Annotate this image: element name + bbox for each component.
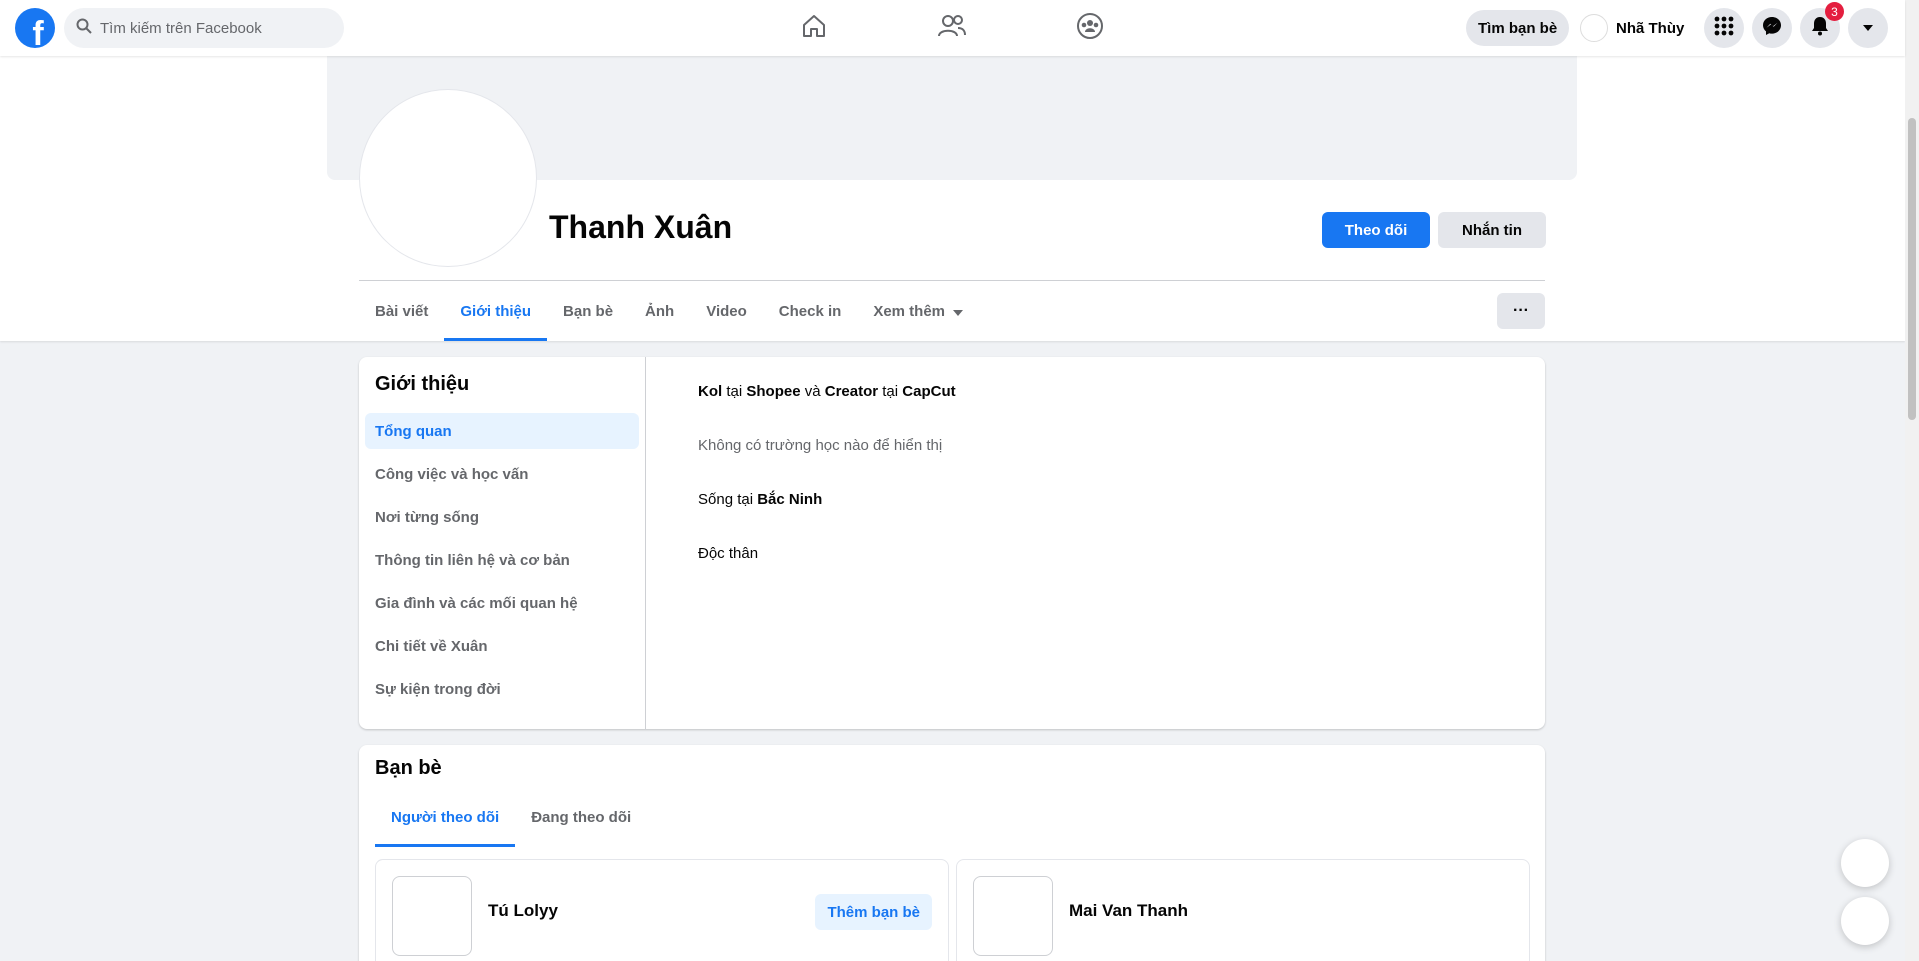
caret-down-icon: [953, 303, 964, 320]
messenger-button[interactable]: [1752, 8, 1792, 48]
list-item: Mai Van Thanh: [956, 859, 1530, 961]
lives-in-place[interactable]: Bắc Ninh: [757, 491, 822, 508]
about-menu-family-relationships[interactable]: Gia đình và các mối quan hệ: [365, 585, 639, 621]
profile-name: Thanh Xuân: [549, 209, 733, 245]
work-company-2[interactable]: CapCut: [902, 383, 955, 400]
about-content: Kol tại Shopee và Creator tại CapCut Khô…: [698, 375, 1545, 591]
tab-see-more[interactable]: Xem thêm: [857, 281, 979, 341]
tab-photos[interactable]: Ảnh: [629, 281, 690, 341]
notifications-button[interactable]: 3: [1800, 2, 1844, 48]
chat-head-image[interactable]: [1841, 839, 1889, 887]
avatar: [1580, 14, 1608, 42]
scrollbar-thumb[interactable]: [1908, 118, 1916, 420]
work-at-1: tại: [726, 383, 743, 400]
friend-photo[interactable]: [392, 876, 472, 956]
about-title: Giới thiệu: [375, 373, 470, 395]
friends-title[interactable]: Bạn bè: [375, 757, 442, 780]
groups-icon: [1076, 12, 1104, 45]
bell-icon: [1811, 16, 1829, 41]
friend-name[interactable]: Tú Lolyy: [488, 901, 558, 921]
work-at-2: tại: [882, 383, 899, 400]
find-friends-button[interactable]: Tìm bạn bè: [1466, 10, 1570, 46]
lives-in-info: Sống tại Bắc Ninh: [698, 483, 1545, 537]
tab-videos[interactable]: Video: [690, 281, 763, 341]
list-item: Tú Lolyy Thêm bạn bè: [375, 859, 949, 961]
home-icon: [800, 12, 828, 45]
account-button[interactable]: [1848, 8, 1888, 48]
friend-photo[interactable]: [973, 876, 1053, 956]
about-menu-contact-basic[interactable]: Thông tin liên hệ và cơ bản: [365, 542, 639, 578]
about-menu-places-lived[interactable]: Nơi từng sống: [365, 499, 639, 535]
profile-header: Thanh Xuân Theo dõi Nhắn tin Bài viết Gi…: [0, 56, 1905, 341]
page-scrollbar[interactable]: [1905, 0, 1919, 961]
caret-down-icon: [1862, 19, 1874, 37]
tab-following[interactable]: Đang theo dõi: [515, 787, 647, 847]
nav-groups[interactable]: [1035, 0, 1145, 56]
work-role-2[interactable]: Creator: [825, 383, 878, 400]
current-user-chip[interactable]: Nhã Thùy: [1580, 10, 1684, 46]
friends-icon: [937, 12, 967, 45]
messenger-icon: [1762, 16, 1782, 41]
current-user-name: Nhã Thùy: [1616, 19, 1685, 37]
lives-in-prefix: Sống tại: [698, 491, 754, 508]
school-info: Không có trường học nào để hiển thị: [698, 437, 943, 454]
search-box[interactable]: [64, 8, 344, 48]
tab-checkins[interactable]: Check in: [763, 281, 858, 341]
new-message-button[interactable]: [1841, 897, 1889, 945]
work-role-1[interactable]: Kol: [698, 383, 722, 400]
notification-badge: 3: [1825, 2, 1844, 21]
tab-about[interactable]: Giới thiệu: [444, 281, 547, 341]
work-company-1[interactable]: Shopee: [746, 383, 800, 400]
tab-followers[interactable]: Người theo dõi: [375, 787, 516, 847]
about-menu-work-education[interactable]: Công việc và học vấn: [365, 456, 639, 492]
follow-button[interactable]: Theo dõi: [1322, 212, 1430, 248]
friends-tabs: Người theo dõi Đang theo dõi: [375, 787, 647, 847]
search-icon: [76, 18, 92, 39]
about-menu-details[interactable]: Chi tiết về Xuân: [365, 628, 639, 664]
about-menu-overview[interactable]: Tổng quan: [365, 413, 639, 449]
grid-menu-icon: [1714, 16, 1734, 41]
about-menu-life-events[interactable]: Sự kiện trong đời: [365, 671, 639, 707]
menu-button[interactable]: [1704, 8, 1744, 48]
friend-name[interactable]: Mai Van Thanh: [1069, 901, 1188, 921]
about-sidebar: Giới thiệu Tổng quan Công việc và học vấ…: [359, 357, 646, 729]
nav-home[interactable]: [759, 0, 869, 56]
tab-see-more-label: Xem thêm: [873, 302, 946, 320]
profile-tabs: Bài viết Giới thiệu Bạn bè Ảnh Video Che…: [359, 281, 979, 341]
add-friend-button[interactable]: Thêm bạn bè: [815, 894, 932, 930]
tab-posts[interactable]: Bài viết: [359, 281, 444, 341]
message-button[interactable]: Nhắn tin: [1438, 212, 1546, 248]
friends-card: Bạn bè Người theo dõi Đang theo dõi Tú L…: [359, 745, 1545, 961]
nav-friends[interactable]: [897, 0, 1007, 56]
facebook-logo[interactable]: f: [15, 8, 55, 48]
work-and: và: [804, 383, 821, 400]
profile-avatar[interactable]: [360, 90, 536, 266]
facebook-logo-letter: f: [32, 15, 44, 48]
search-input[interactable]: [100, 19, 320, 37]
work-info: Kol tại Shopee và Creator tại CapCut: [698, 375, 1545, 429]
tab-friends[interactable]: Bạn bè: [547, 281, 629, 341]
top-navigation-bar: f Tìm bạn bè Nhã Thùy: [0, 0, 1905, 56]
about-card: Giới thiệu Tổng quan Công việc và học vấ…: [359, 357, 1545, 729]
relationship-info: Độc thân: [698, 545, 759, 562]
more-options-button[interactable]: ···: [1497, 293, 1545, 329]
